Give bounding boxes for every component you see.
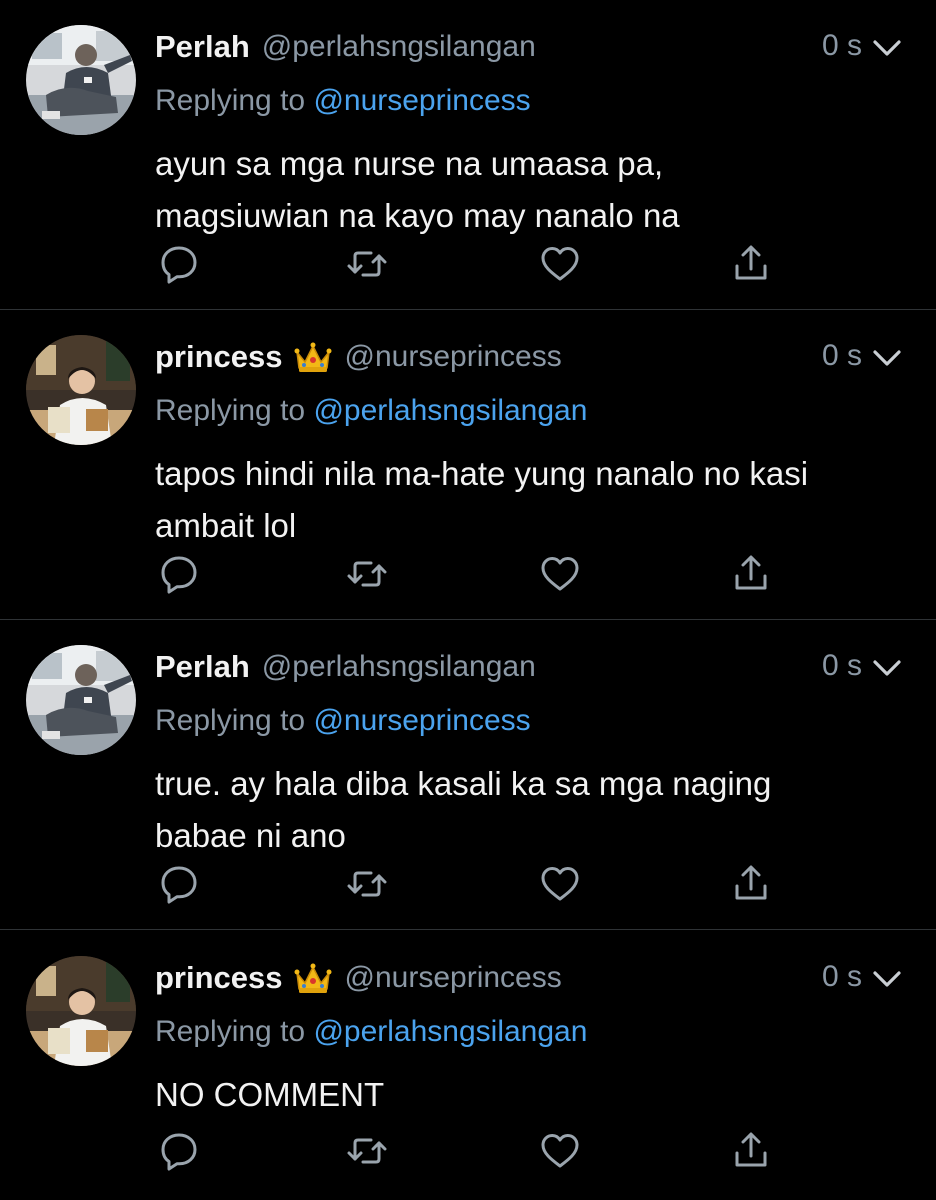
action-bar — [155, 1127, 775, 1177]
tweet-header: princess @nurseprincess — [155, 957, 562, 999]
tweet-text: NO COMMENT — [155, 1069, 905, 1121]
chevron-down-icon[interactable] — [872, 969, 902, 989]
share-icon — [735, 1132, 767, 1167]
action-bar — [155, 860, 775, 910]
like-icon — [541, 557, 579, 591]
tweet[interactable]: Perlah @perlahsngsilangan 0 s Replying t… — [0, 0, 936, 310]
share-button[interactable] — [727, 1127, 775, 1175]
tweet-text-line: babae ni ano — [155, 817, 346, 854]
retweet-button[interactable] — [343, 240, 391, 288]
tweet-text-line: magsiuwian na kayo may nanalo na — [155, 197, 680, 234]
user-handle[interactable]: @nurseprincess — [345, 340, 562, 374]
timestamp: 0 s — [821, 339, 862, 372]
tweet-text: tapos hindi nila ma-hate yung nanalo no … — [155, 448, 905, 552]
retweet-icon — [347, 251, 387, 277]
retweet-button[interactable] — [343, 550, 391, 598]
tweet-header: princess @nurseprincess — [155, 336, 562, 378]
tweet-text-line: ayun sa mga nurse na umaasa pa, — [155, 145, 664, 182]
replying-prefix: Replying to — [155, 1015, 314, 1048]
replying-prefix: Replying to — [155, 394, 314, 427]
replying-to: Replying to @nurseprincess — [155, 704, 531, 738]
chevron-down-icon[interactable] — [872, 658, 902, 678]
tweet-header: Perlah @perlahsngsilangan — [155, 646, 536, 688]
display-name[interactable]: princess — [155, 960, 283, 996]
reply-button[interactable] — [155, 240, 203, 288]
reply-icon — [161, 1133, 197, 1171]
like-icon — [541, 1134, 579, 1168]
crown-emoji — [294, 963, 332, 993]
reply-icon — [161, 866, 197, 904]
tweet-text-line: ambait lol — [155, 507, 297, 544]
replying-prefix: Replying to — [155, 704, 314, 737]
like-icon — [541, 867, 579, 901]
replying-to: Replying to @perlahsngsilangan — [155, 394, 587, 428]
user-handle[interactable]: @nurseprincess — [345, 961, 562, 995]
tweet-text: ayun sa mga nurse na umaasa pa, magsiuwi… — [155, 138, 905, 242]
reply-button[interactable] — [155, 860, 203, 908]
like-button[interactable] — [536, 860, 584, 908]
replying-to: Replying to @nurseprincess — [155, 84, 531, 118]
like-button[interactable] — [536, 1127, 584, 1175]
avatar[interactable] — [26, 645, 136, 755]
mention-link[interactable]: @nurseprincess — [313, 704, 530, 737]
like-icon — [541, 247, 579, 281]
tweet-header: Perlah @perlahsngsilangan — [155, 26, 536, 68]
replying-prefix: Replying to — [155, 84, 314, 117]
tweet-text-line: true. ay hala diba kasali ka sa mga nagi… — [155, 765, 772, 802]
action-bar — [155, 240, 775, 290]
avatar[interactable] — [26, 956, 136, 1066]
crown-emoji — [294, 342, 332, 372]
user-handle[interactable]: @perlahsngsilangan — [262, 30, 536, 64]
tweet[interactable]: princess @nurseprincess 0 s Replying to … — [0, 931, 936, 1200]
avatar[interactable] — [26, 335, 136, 445]
chevron-down-icon[interactable] — [872, 348, 902, 368]
like-button[interactable] — [536, 240, 584, 288]
tweet[interactable]: Perlah @perlahsngsilangan 0 s Replying t… — [0, 620, 936, 930]
tweet[interactable]: princess @nurseprincess 0 s Replying to … — [0, 310, 936, 620]
retweet-button[interactable] — [343, 1127, 391, 1175]
share-button[interactable] — [727, 860, 775, 908]
share-button[interactable] — [727, 550, 775, 598]
tweet-text: true. ay hala diba kasali ka sa mga nagi… — [155, 758, 905, 862]
timestamp: 0 s — [821, 960, 862, 993]
avatar[interactable] — [26, 25, 136, 135]
display-name[interactable]: Perlah — [155, 29, 250, 65]
reply-button[interactable] — [155, 550, 203, 598]
share-icon — [735, 245, 767, 280]
mention-link[interactable]: @nurseprincess — [313, 84, 530, 117]
chevron-down-icon[interactable] — [872, 38, 902, 58]
reply-button[interactable] — [155, 1127, 203, 1175]
retweet-icon — [347, 871, 387, 897]
share-button[interactable] — [727, 240, 775, 288]
divider — [0, 929, 936, 930]
tweet-text-line: NO COMMENT — [155, 1076, 385, 1113]
reply-icon — [161, 246, 197, 284]
mention-link[interactable]: @perlahsngsilangan — [313, 1015, 587, 1048]
action-bar — [155, 550, 775, 600]
timestamp: 0 s — [821, 649, 862, 682]
reply-thread: Perlah @perlahsngsilangan 0 s Replying t… — [0, 0, 936, 1200]
reply-icon — [161, 556, 197, 594]
retweet-icon — [347, 561, 387, 587]
retweet-button[interactable] — [343, 860, 391, 908]
replying-to: Replying to @perlahsngsilangan — [155, 1015, 587, 1049]
mention-link[interactable]: @perlahsngsilangan — [313, 394, 587, 427]
display-name[interactable]: princess — [155, 339, 283, 375]
display-name[interactable]: Perlah — [155, 649, 250, 685]
like-button[interactable] — [536, 550, 584, 598]
timestamp: 0 s — [821, 29, 862, 62]
share-icon — [735, 865, 767, 900]
tweet-text-line: tapos hindi nila ma-hate yung nanalo no … — [155, 455, 809, 492]
user-handle[interactable]: @perlahsngsilangan — [262, 650, 536, 684]
retweet-icon — [347, 1138, 387, 1164]
share-icon — [735, 555, 767, 590]
